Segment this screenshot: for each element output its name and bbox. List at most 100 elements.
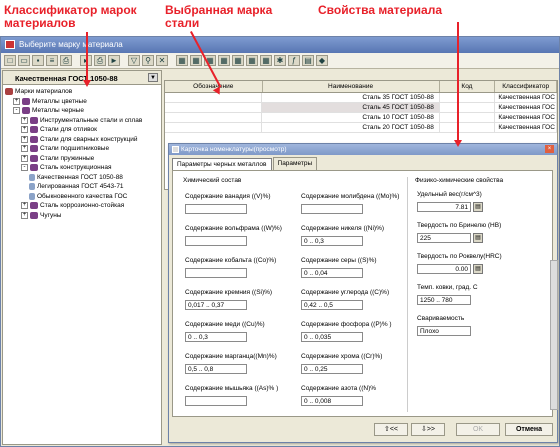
chem-field-input[interactable]	[185, 236, 247, 246]
tree-item-label: Качественная ГОСТ 1050-88	[37, 173, 123, 181]
tree-item[interactable]: Обыкновенного качества ГОС	[5, 192, 161, 202]
formula-icon[interactable]: ƒ	[288, 55, 300, 66]
star-icon[interactable]: ✱	[274, 55, 286, 66]
tree-item[interactable]: Качественная ГОСТ 1050-88	[5, 173, 161, 183]
search-icon[interactable]: ⚲	[142, 55, 154, 66]
new-icon[interactable]: □	[4, 55, 16, 66]
lock-icon[interactable]: ◆	[316, 55, 328, 66]
tree-item[interactable]: - Сталь конструкционная	[5, 163, 161, 173]
printer-icon[interactable]: ⎙	[94, 55, 106, 66]
calculator-icon[interactable]: ▤	[473, 264, 483, 274]
tree-item[interactable]: + Стали для сварных конструкций	[5, 135, 161, 145]
chem-field-input[interactable]	[185, 268, 247, 278]
tree-item[interactable]: + Стали пружинные	[5, 154, 161, 164]
open-icon[interactable]: ▭	[18, 55, 30, 66]
table-icon[interactable]: ▦	[246, 55, 258, 66]
chem-field-input[interactable]: 0,5 .. 0,8	[185, 364, 247, 374]
cell-classifier: Качественная ГОС	[495, 123, 557, 132]
phys-field-input[interactable]: 7.81	[417, 202, 471, 212]
prev-button[interactable]: ⇧<<	[374, 423, 408, 436]
table-icon[interactable]: ▦	[190, 55, 202, 66]
tree-item[interactable]: Марки материалов	[5, 87, 161, 97]
list-icon[interactable]: ≡	[46, 55, 58, 66]
cell-name: Сталь 45 ГОСТ 1050-88	[262, 103, 440, 112]
classifier-selector[interactable]: Качественная ГОСТ 1050-88 ▼	[3, 71, 161, 85]
chem-field-label: Содержание кремния ((Si)%)	[185, 289, 273, 296]
expand-icon[interactable]: +	[21, 202, 28, 210]
folder-icon	[30, 116, 38, 124]
column-header-code[interactable]: Код	[440, 81, 496, 92]
chem-field-input[interactable]: 0 .. 0,035	[301, 332, 363, 342]
expand-icon[interactable]: +	[21, 154, 28, 162]
tree-item[interactable]: + Чугуны	[5, 211, 161, 221]
tab-params[interactable]: Параметры	[272, 157, 318, 170]
chem-field-input[interactable]	[185, 204, 247, 214]
table-icon[interactable]: ▦	[260, 55, 272, 66]
calculator-icon[interactable]: ▤	[473, 233, 483, 243]
tree-item[interactable]: + Стали подшипниковые	[5, 144, 161, 154]
chevron-down-icon[interactable]: ▼	[148, 73, 158, 82]
expand-icon[interactable]: +	[21, 145, 28, 153]
calculator-icon[interactable]: ▤	[473, 202, 483, 212]
cell-designation	[165, 93, 263, 102]
chem-field-input[interactable]: 0,42 .. 0,5	[301, 300, 363, 310]
tree-item[interactable]: Легированная ГОСТ 4543-71	[5, 182, 161, 192]
chem-field-input[interactable]: 0 .. 0,25	[301, 364, 363, 374]
column-header-classifier[interactable]: Классификатор	[495, 81, 557, 92]
expand-icon[interactable]: +	[21, 126, 28, 134]
table-row[interactable]: Сталь 35 ГОСТ 1050-88 Качественная ГОС	[165, 93, 557, 103]
table-row[interactable]: Сталь 45 ГОСТ 1050-88 Качественная ГОС	[165, 103, 557, 113]
tree-item[interactable]: + Инструментальные стали и сплав	[5, 116, 161, 126]
print-icon[interactable]: ⎙	[60, 55, 72, 66]
chem-field-input[interactable]: 0 .. 0,04	[301, 268, 363, 278]
collapse-icon[interactable]: -	[21, 164, 28, 172]
tree-item[interactable]: - Металлы черные	[5, 106, 161, 116]
card-titlebar: Карточка номенклатуры(просмотр) ×	[169, 144, 557, 155]
phys-field-input[interactable]: 1250 .. 780	[417, 295, 471, 305]
phys-field-label: Твердость по Бринелю (НВ)	[417, 222, 502, 229]
phys-field-input[interactable]: 225	[417, 233, 471, 243]
grid-icon[interactable]: ▤	[302, 55, 314, 66]
chem-field-input[interactable]: 0,017 .. 0,37	[185, 300, 247, 310]
tree-item-label: Сталь конструкционная	[40, 164, 112, 172]
column-header-name[interactable]: Наименование	[263, 81, 440, 92]
cell-classifier: Качественная ГОС	[495, 103, 557, 112]
classifier-tree: Марки материалов + Металлы цветные - Металлы…	[3, 85, 161, 220]
table-icon[interactable]: ▦	[232, 55, 244, 66]
expand-icon[interactable]: +	[21, 135, 28, 143]
cancel-button[interactable]: Отмена	[505, 423, 553, 436]
filter-icon[interactable]: ▽	[128, 55, 140, 66]
table-row[interactable]: Сталь 10 ГОСТ 1050-88 Качественная ГОС	[165, 113, 557, 123]
save-icon[interactable]: ▪	[32, 55, 44, 66]
folder-icon	[30, 211, 38, 219]
phys-field-input[interactable]: Плохо	[417, 326, 471, 336]
tree-item-label: Чугуны	[40, 211, 62, 219]
ok-button[interactable]: OK	[456, 423, 500, 436]
folder-icon	[5, 88, 13, 96]
table-icon[interactable]: ▦	[218, 55, 230, 66]
expand-icon[interactable]: +	[13, 97, 20, 105]
tools-icon[interactable]: ✕	[156, 55, 168, 66]
expand-icon[interactable]: +	[21, 211, 28, 219]
tree-item[interactable]: + Сталь коррозионно-стойкая	[5, 201, 161, 211]
chem-field-input[interactable]: 0 .. 0,008	[301, 396, 363, 406]
arrow-icon[interactable]: ►	[108, 55, 120, 66]
chem-field-input[interactable]: 0 .. 0,3	[301, 236, 363, 246]
tree-item[interactable]: + Металлы цветные	[5, 97, 161, 107]
phys-field-label: Удельный вес(г/см^3)	[417, 191, 482, 198]
table-row[interactable]: Сталь 20 ГОСТ 1050-88 Качественная ГОС	[165, 123, 557, 133]
close-icon[interactable]: ×	[545, 145, 554, 153]
next-button[interactable]: ⇩>>	[411, 423, 445, 436]
chem-field-label: Содержание молибдена ((Mo)%)	[301, 193, 400, 200]
chem-field-input[interactable]	[185, 396, 247, 406]
collapse-icon[interactable]: -	[13, 107, 20, 115]
vertical-scrollbar[interactable]	[550, 260, 558, 410]
chem-field-input[interactable]: 0 .. 0,3	[185, 332, 247, 342]
table-icon[interactable]: ▦	[176, 55, 188, 66]
annotation-arrowhead-properties	[454, 140, 462, 147]
expand-icon[interactable]: +	[21, 116, 28, 124]
tree-item[interactable]: + Стали для отливок	[5, 125, 161, 135]
chem-field-input[interactable]	[301, 204, 363, 214]
phys-field-input[interactable]: 0.00	[417, 264, 471, 274]
folder-icon	[30, 135, 38, 143]
